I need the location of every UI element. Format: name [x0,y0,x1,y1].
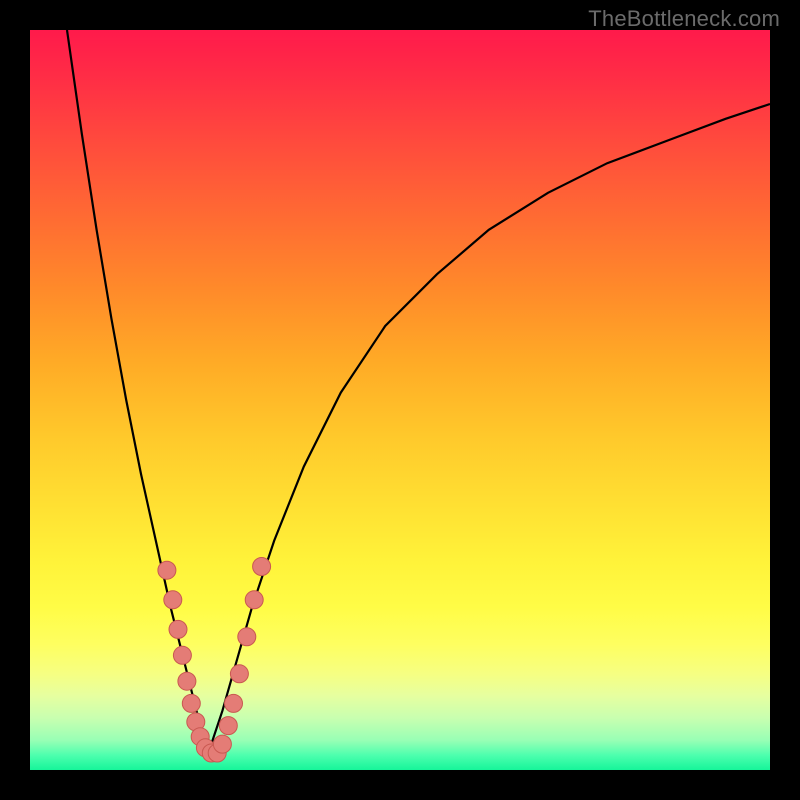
sample-point [253,558,271,576]
chart-frame: TheBottleneck.com [0,0,800,800]
plot-area [30,30,770,770]
sample-point [213,735,231,753]
watermark-text: TheBottleneck.com [588,6,780,32]
sample-point [158,561,176,579]
sample-point [245,591,263,609]
sample-point [238,628,256,646]
right-branch-curve [208,104,770,755]
sample-point [178,672,196,690]
sample-point [219,717,237,735]
sample-point [182,694,200,712]
sample-point [225,694,243,712]
sample-point [173,646,191,664]
left-branch-curve [67,30,208,755]
curve-layer [30,30,770,770]
marker-group [158,558,271,763]
sample-point [169,620,187,638]
sample-point [230,665,248,683]
sample-point [164,591,182,609]
